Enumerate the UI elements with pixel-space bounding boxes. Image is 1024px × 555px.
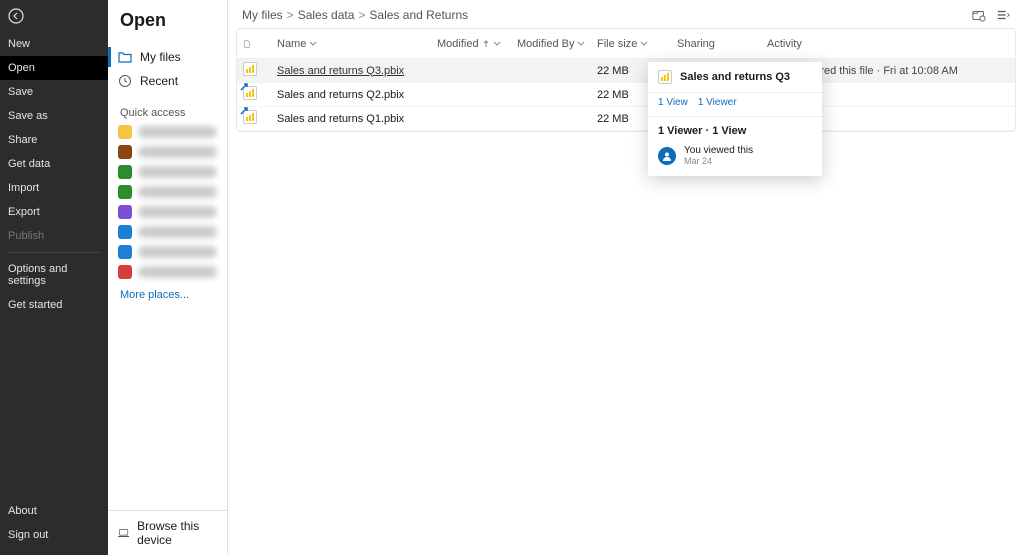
shortcut-icon xyxy=(239,106,249,116)
viewer-avatar xyxy=(658,147,676,165)
folder-icon xyxy=(118,50,132,64)
clock-icon xyxy=(118,74,132,88)
browse-device-button[interactable]: Browse this device xyxy=(108,510,227,555)
nav-item-get-started[interactable]: Get started xyxy=(0,293,108,317)
breadcrumb-sales-and-returns[interactable]: Sales and Returns xyxy=(369,8,468,22)
quick-access-item[interactable] xyxy=(118,245,217,259)
breadcrumb-row: My files>Sales data>Sales and Returns xyxy=(228,0,1024,28)
table-row[interactable]: Sales and returns Q2.pbix22 MBPrivate xyxy=(237,83,1015,107)
more-places-link[interactable]: More places... xyxy=(108,279,227,311)
col-name[interactable]: Name xyxy=(277,38,437,50)
blurred-label xyxy=(138,206,217,218)
blurred-label xyxy=(138,166,217,178)
col-modified-by[interactable]: Modified By xyxy=(517,38,597,50)
quick-access-item[interactable] xyxy=(118,185,217,199)
col-size[interactable]: File size xyxy=(597,38,677,50)
workspace-icon xyxy=(118,265,132,279)
nav-item-sign-out[interactable]: Sign out xyxy=(0,523,108,547)
nav-item-get-data[interactable]: Get data xyxy=(0,152,108,176)
nav-item-options-and-settings[interactable]: Options and settings xyxy=(0,257,108,293)
table-header-row: Name Modified Modified By File size Shar… xyxy=(237,29,1015,59)
nav-item-new[interactable]: New xyxy=(0,32,108,56)
chevron-down-icon xyxy=(640,40,648,48)
blurred-label xyxy=(138,226,217,238)
blurred-label xyxy=(138,126,217,138)
back-arrow-icon xyxy=(8,8,24,24)
nav-item-export[interactable]: Export xyxy=(0,200,108,224)
file-icon xyxy=(243,40,251,48)
quick-access-item[interactable] xyxy=(118,265,217,279)
chevron-down-icon xyxy=(577,40,585,48)
workspace-icon xyxy=(118,205,132,219)
quick-access-item[interactable] xyxy=(118,125,217,139)
nav-item-share[interactable]: Share xyxy=(0,128,108,152)
workspace-icon xyxy=(118,165,132,179)
file-details-popover: Sales and returns Q3 1 View 1 Viewer 1 V… xyxy=(648,62,822,176)
col-modified[interactable]: Modified xyxy=(437,38,517,50)
nav-item-import[interactable]: Import xyxy=(0,176,108,200)
quick-access-item[interactable] xyxy=(118,145,217,159)
new-folder-icon[interactable] xyxy=(972,8,986,22)
chevron-down-icon xyxy=(309,40,317,48)
laptop-icon xyxy=(118,526,129,540)
viewer-text: You viewed this xyxy=(684,145,753,156)
open-pane: Open My filesRecent Quick access More pl… xyxy=(108,0,228,555)
file-name[interactable]: Sales and returns Q2.pbix xyxy=(277,89,437,101)
open-title: Open xyxy=(108,0,227,45)
workspace-icon xyxy=(118,145,132,159)
file-name[interactable]: Sales and returns Q3.pbix xyxy=(277,65,437,77)
quick-access-heading: Quick access xyxy=(108,93,227,125)
back-button[interactable] xyxy=(0,0,108,32)
view-options-icon[interactable] xyxy=(996,8,1010,22)
nav-item-save-as[interactable]: Save as xyxy=(0,104,108,128)
nav-item-open[interactable]: Open xyxy=(0,56,108,80)
pbix-file-icon xyxy=(658,70,672,84)
workspace-icon xyxy=(118,125,132,139)
breadcrumb-my-files[interactable]: My files xyxy=(242,8,283,22)
backstage-nav: NewOpenSaveSave asShareGet dataImportExp… xyxy=(0,0,108,555)
browse-label: Browse this device xyxy=(137,519,217,547)
source-recent[interactable]: Recent xyxy=(108,69,227,93)
table-row[interactable]: Sales and returns Q3.pbix22 MBSharedYou … xyxy=(237,59,1015,83)
workspace-icon xyxy=(118,225,132,239)
sort-asc-icon xyxy=(482,40,490,48)
workspace-icon xyxy=(118,185,132,199)
file-browser-main: My files>Sales data>Sales and Returns Na… xyxy=(228,0,1024,555)
quick-access-item[interactable] xyxy=(118,205,217,219)
workspace-icon xyxy=(118,245,132,259)
popover-viewer-row: You viewed this Mar 24 xyxy=(648,141,822,176)
quick-access-item[interactable] xyxy=(118,225,217,239)
popover-viewers-link[interactable]: 1 Viewer xyxy=(698,97,737,108)
source-my-files[interactable]: My files xyxy=(108,45,227,69)
nav-item-about[interactable]: About xyxy=(0,499,108,523)
popover-title: Sales and returns Q3 xyxy=(680,71,790,83)
file-table: Name Modified Modified By File size Shar… xyxy=(236,28,1016,132)
nav-item-publish: Publish xyxy=(0,224,108,248)
blurred-label xyxy=(138,246,217,258)
chevron-down-icon xyxy=(493,40,501,48)
pbix-file-icon xyxy=(243,62,257,76)
viewer-date: Mar 24 xyxy=(684,156,753,166)
nav-item-save[interactable]: Save xyxy=(0,80,108,104)
blurred-label xyxy=(138,146,217,158)
col-activity[interactable]: Activity xyxy=(767,38,1009,50)
col-icon xyxy=(243,40,277,48)
table-row[interactable]: Sales and returns Q1.pbix22 MBPrivate xyxy=(237,107,1015,131)
breadcrumb-sales-data[interactable]: Sales data xyxy=(298,8,355,22)
blurred-label xyxy=(138,266,217,278)
popover-summary: 1 Viewer · 1 View xyxy=(648,117,822,141)
quick-access-item[interactable] xyxy=(118,165,217,179)
blurred-label xyxy=(138,186,217,198)
person-icon xyxy=(662,151,672,161)
file-name[interactable]: Sales and returns Q1.pbix xyxy=(277,113,437,125)
shortcut-icon xyxy=(239,82,249,92)
popover-views-link[interactable]: 1 View xyxy=(658,97,688,108)
col-sharing[interactable]: Sharing xyxy=(677,38,767,50)
